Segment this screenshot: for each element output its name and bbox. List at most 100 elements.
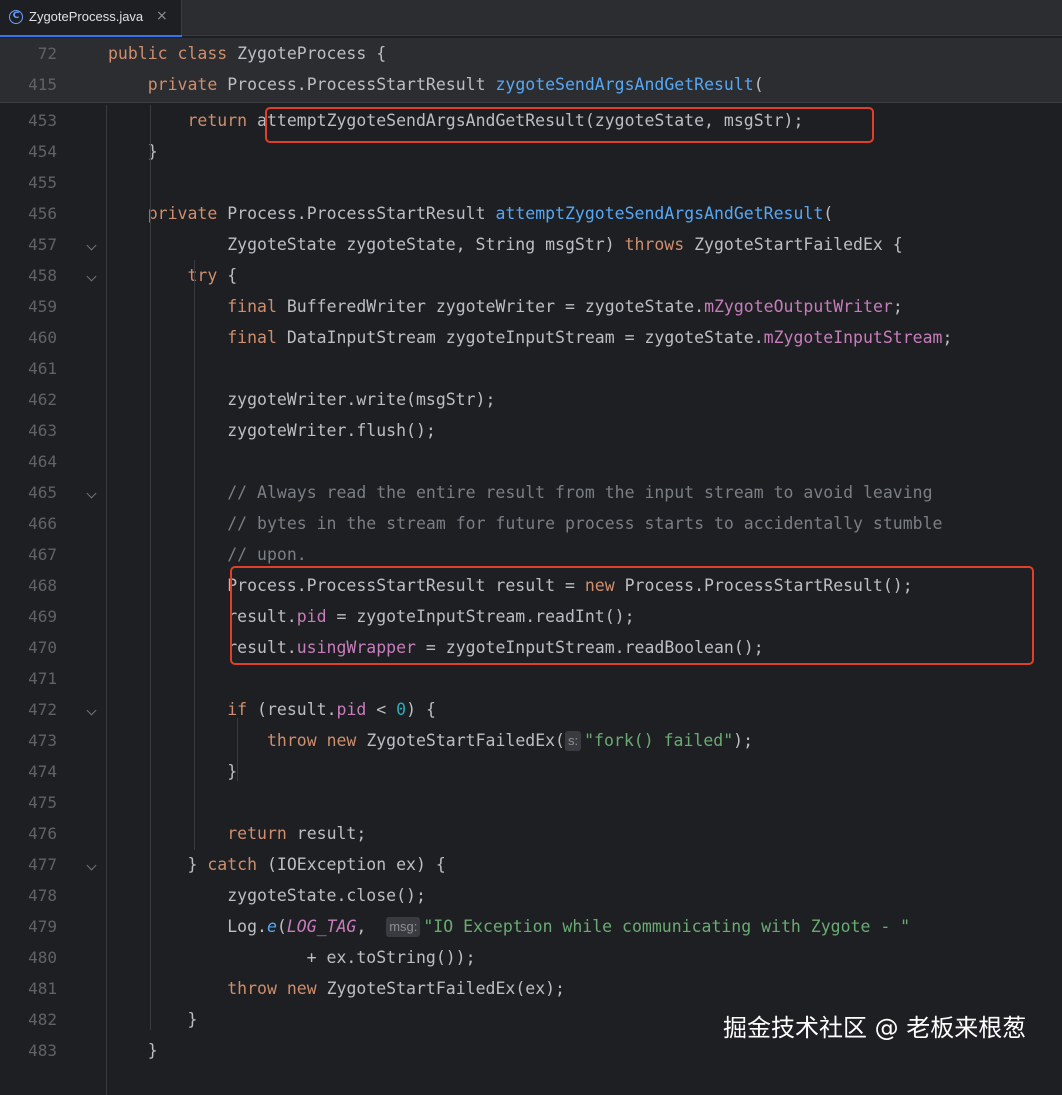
code-text: final DataInputStream zygoteInputStream … bbox=[108, 322, 952, 353]
code-text: ZygoteState zygoteState, String msgStr) … bbox=[108, 229, 903, 260]
fold-chevron-icon[interactable] bbox=[86, 860, 97, 871]
indent-guide bbox=[237, 718, 238, 781]
code-line[interactable]: 462 zygoteWriter.write(msgStr); bbox=[0, 384, 1062, 415]
code-token: < bbox=[366, 700, 397, 719]
line-number: 455 bbox=[28, 173, 57, 192]
code-token: LOG_TAG bbox=[286, 917, 357, 936]
code-line[interactable]: 476 return result; bbox=[0, 818, 1062, 849]
code-token: zygoteSendArgsAndGetResult bbox=[495, 75, 754, 94]
line-number: 457 bbox=[28, 235, 57, 254]
line-number: 459 bbox=[28, 297, 57, 316]
line-number: 482 bbox=[28, 1010, 57, 1029]
code-text: zygoteState.close(); bbox=[108, 880, 426, 911]
code-text: final BufferedWriter zygoteWriter = zygo… bbox=[108, 291, 903, 322]
code-line[interactable]: 477 } catch (IOException ex) { bbox=[0, 849, 1062, 880]
code-line[interactable]: 458 try { bbox=[0, 260, 1062, 291]
code-token: public bbox=[108, 44, 178, 63]
parameter-hint: s: bbox=[565, 731, 582, 751]
code-line[interactable]: 456 private Process.ProcessStartResult a… bbox=[0, 198, 1062, 229]
code-text: throw new ZygoteStartFailedEx(ex); bbox=[108, 973, 565, 1004]
code-line[interactable]: 459 final BufferedWriter zygoteWriter = … bbox=[0, 291, 1062, 322]
code-line[interactable]: 474 } bbox=[0, 756, 1062, 787]
code-line[interactable]: 475 bbox=[0, 787, 1062, 818]
code-token: class bbox=[177, 44, 238, 63]
code-line[interactable]: 473 throw new ZygoteStartFailedEx(s: "for… bbox=[0, 725, 1062, 756]
line-number: 458 bbox=[28, 266, 57, 285]
line-number: 475 bbox=[28, 793, 57, 812]
watermark-text: 掘金技术社区 @ 老板来根葱 bbox=[723, 1014, 1027, 1042]
sticky-scroll-header: 72 public class ZygoteProcess {415 privat… bbox=[0, 38, 1062, 103]
code-token: throws bbox=[624, 235, 695, 254]
java-class-icon: C bbox=[9, 10, 23, 24]
code-token: zygoteWriter.flush(); bbox=[108, 421, 436, 440]
code-text: zygoteWriter.flush(); bbox=[108, 415, 436, 446]
code-text: zygoteWriter.write(msgStr); bbox=[108, 384, 495, 415]
code-line[interactable]: 471 bbox=[0, 663, 1062, 694]
code-line[interactable]: 455 bbox=[0, 167, 1062, 198]
code-token: } bbox=[108, 855, 208, 874]
code-text: + ex.toString()); bbox=[108, 942, 476, 973]
highlight-box-result-block bbox=[230, 566, 1034, 665]
editor-tab-bar: C ZygoteProcess.java × bbox=[0, 0, 1062, 37]
code-token: DataInputStream zygoteInputStream = zygo… bbox=[286, 328, 764, 347]
line-number: 479 bbox=[28, 917, 57, 936]
code-text: } catch (IOException ex) { bbox=[108, 849, 445, 880]
code-token: pid bbox=[336, 700, 367, 719]
code-token: zygoteState.close(); bbox=[108, 886, 426, 905]
code-text: } bbox=[108, 1004, 197, 1035]
code-token: e bbox=[266, 917, 277, 936]
code-text: } bbox=[108, 1035, 158, 1066]
code-line[interactable]: 481 throw new ZygoteStartFailedEx(ex); bbox=[0, 973, 1062, 1004]
code-line[interactable]: 464 bbox=[0, 446, 1062, 477]
fold-chevron-icon[interactable] bbox=[86, 240, 97, 251]
code-token: mZygoteOutputWriter bbox=[704, 297, 893, 316]
code-line[interactable]: 72 public class ZygoteProcess { bbox=[0, 38, 1062, 69]
code-token: private bbox=[147, 75, 228, 94]
code-token: "IO Exception while communicating with Z… bbox=[423, 917, 911, 936]
fold-chevron-icon[interactable] bbox=[86, 488, 97, 499]
close-icon[interactable]: × bbox=[156, 8, 168, 24]
code-line[interactable]: 466 // bytes in the stream for future pr… bbox=[0, 508, 1062, 539]
code-line[interactable]: 465 // Always read the entire result fro… bbox=[0, 477, 1062, 508]
code-token: return bbox=[187, 111, 258, 130]
code-line[interactable]: 415 private Process.ProcessStartResult z… bbox=[0, 69, 1062, 100]
code-token: ( bbox=[753, 75, 764, 94]
code-token: Process.ProcessStartResult bbox=[227, 204, 496, 223]
code-text: return result; bbox=[108, 818, 366, 849]
code-line[interactable]: 460 final DataInputStream zygoteInputStr… bbox=[0, 322, 1062, 353]
code-line[interactable]: 472 if (result.pid < 0) { bbox=[0, 694, 1062, 725]
code-token: ( bbox=[276, 917, 287, 936]
code-line[interactable]: 457 ZygoteState zygoteState, String msgS… bbox=[0, 229, 1062, 260]
code-line[interactable]: 479 Log.e(LOG_TAG, msg: "IO Exception whi… bbox=[0, 911, 1062, 942]
line-number: 467 bbox=[28, 545, 57, 564]
line-number: 466 bbox=[28, 514, 57, 533]
line-number: 464 bbox=[28, 452, 57, 471]
line-number: 468 bbox=[28, 576, 57, 595]
parameter-hint: msg: bbox=[386, 917, 421, 937]
code-line[interactable]: 478 zygoteState.close(); bbox=[0, 880, 1062, 911]
line-number: 454 bbox=[28, 142, 57, 161]
line-number: 469 bbox=[28, 607, 57, 626]
fold-chevron-icon[interactable] bbox=[86, 705, 97, 716]
code-token: Process.ProcessStartResult bbox=[227, 75, 496, 94]
code-line[interactable]: 461 bbox=[0, 353, 1062, 384]
tab-zygoteprocess-java[interactable]: C ZygoteProcess.java × bbox=[0, 0, 182, 37]
code-line[interactable]: 463 zygoteWriter.flush(); bbox=[0, 415, 1062, 446]
code-token: zygoteWriter.write(msgStr); bbox=[108, 390, 496, 409]
code-token: // Always read the entire result from th… bbox=[227, 483, 933, 502]
indent-guide bbox=[106, 105, 107, 1095]
code-token: ); bbox=[733, 731, 754, 750]
code-text: public class ZygoteProcess { bbox=[108, 38, 386, 69]
fold-chevron-icon[interactable] bbox=[86, 271, 97, 282]
code-token: { bbox=[227, 266, 238, 285]
code-line[interactable]: 480 + ex.toString()); bbox=[0, 942, 1062, 973]
line-number: 456 bbox=[28, 204, 57, 223]
